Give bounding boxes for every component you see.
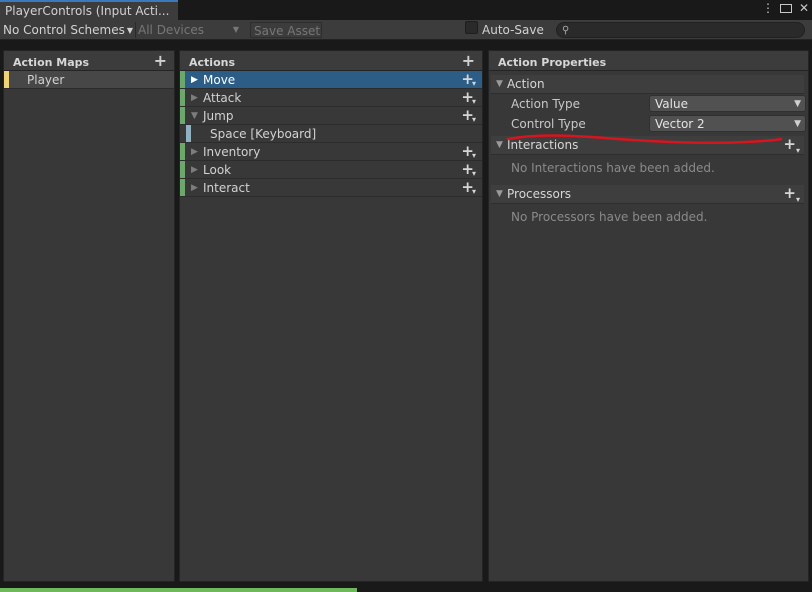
actions-header: Actions + bbox=[180, 51, 482, 71]
action-map-item[interactable]: Player bbox=[4, 71, 174, 89]
auto-save-label: Auto-Save bbox=[482, 23, 544, 37]
action-maps-pane: Action Maps + Player bbox=[3, 50, 175, 582]
processors-section-header[interactable]: ▼ Processors +▾ bbox=[491, 184, 804, 204]
action-properties-title: Action Properties bbox=[498, 56, 607, 69]
processors-title: Processors bbox=[507, 187, 572, 201]
binding-color-stripe bbox=[186, 125, 191, 142]
collapse-arrow-icon[interactable]: ▼ bbox=[191, 107, 198, 125]
save-asset-label: Save Asset bbox=[254, 24, 321, 38]
window-tab-title: PlayerControls (Input Acti... bbox=[5, 4, 170, 18]
action-label: Look bbox=[203, 163, 232, 177]
chevron-down-icon: ▼ bbox=[794, 119, 801, 129]
action-color-stripe bbox=[180, 107, 185, 124]
add-binding-icon[interactable]: +▾ bbox=[461, 178, 476, 201]
action-item-inventory[interactable]: ▶ Inventory +▾ bbox=[180, 142, 482, 161]
action-color-stripe bbox=[180, 89, 185, 106]
action-item-look[interactable]: ▶ Look +▾ bbox=[180, 160, 482, 179]
action-maps-title: Action Maps bbox=[13, 56, 90, 69]
save-asset-button[interactable]: Save Asset bbox=[250, 22, 322, 38]
binding-label: Space [Keyboard] bbox=[210, 127, 317, 141]
expand-arrow-icon[interactable]: ▶ bbox=[191, 179, 198, 197]
menu-icon[interactable]: ⋮ bbox=[762, 1, 774, 16]
expand-arrow-icon[interactable]: ▶ bbox=[191, 161, 198, 179]
processors-empty-message: No Processors have been added. bbox=[511, 210, 708, 224]
control-schemes-label: No Control Schemes bbox=[3, 23, 125, 37]
action-type-value: Value bbox=[655, 97, 688, 111]
red-annotation-underline bbox=[506, 134, 783, 145]
action-label: Jump bbox=[203, 109, 234, 123]
action-map-label: Player bbox=[27, 73, 65, 87]
action-item-interact[interactable]: ▶ Interact +▾ bbox=[180, 178, 482, 197]
action-section-header[interactable]: ▼ Action bbox=[491, 75, 804, 94]
search-input[interactable]: ⚲ bbox=[556, 22, 805, 38]
action-section-title: Action bbox=[507, 77, 545, 91]
interactions-empty-message: No Interactions have been added. bbox=[511, 161, 715, 175]
action-label: Inventory bbox=[203, 145, 261, 159]
actions-pane: Actions + ▶ Move +▾ ▶ Attack +▾ ▼ Jump +… bbox=[179, 50, 483, 582]
action-label: Move bbox=[203, 73, 236, 87]
add-action-map-icon[interactable]: + bbox=[154, 51, 167, 70]
action-color-stripe bbox=[180, 71, 185, 88]
action-item-move[interactable]: ▶ Move +▾ bbox=[180, 70, 482, 89]
action-type-dropdown[interactable]: Value ▼ bbox=[649, 95, 806, 112]
action-map-color-stripe bbox=[4, 71, 9, 88]
maximize-icon[interactable] bbox=[780, 1, 792, 16]
action-properties-header: Action Properties bbox=[489, 51, 808, 71]
action-color-stripe bbox=[180, 179, 185, 196]
progress-bar bbox=[0, 588, 357, 592]
control-type-value: Vector 2 bbox=[655, 117, 705, 131]
window-titlebar: PlayerControls (Input Acti... ⋮ ✕ bbox=[0, 0, 812, 20]
action-type-label: Action Type bbox=[511, 97, 580, 111]
action-type-row: Action Type Value ▼ bbox=[491, 94, 806, 114]
expand-arrow-icon[interactable]: ▶ bbox=[191, 89, 198, 107]
action-item-jump[interactable]: ▼ Jump +▾ bbox=[180, 106, 482, 125]
action-maps-header: Action Maps + bbox=[4, 51, 174, 71]
control-schemes-dropdown[interactable]: No Control Schemes ▼ bbox=[3, 22, 133, 38]
toolbar: No Control Schemes ▼ All Devices ▼ Save As… bbox=[0, 20, 812, 40]
window-tab[interactable]: PlayerControls (Input Acti... bbox=[0, 0, 178, 20]
action-color-stripe bbox=[180, 161, 185, 178]
action-item-attack[interactable]: ▶ Attack +▾ bbox=[180, 88, 482, 107]
window-buttons: ⋮ ✕ bbox=[762, 1, 810, 16]
binding-item-space[interactable]: Space [Keyboard] bbox=[180, 125, 482, 143]
expand-arrow-icon[interactable]: ▶ bbox=[191, 71, 198, 89]
add-action-icon[interactable]: + bbox=[462, 51, 475, 70]
action-color-stripe bbox=[180, 143, 185, 160]
actions-title: Actions bbox=[189, 56, 235, 69]
collapse-arrow-icon[interactable]: ▼ bbox=[496, 75, 503, 94]
collapse-arrow-icon[interactable]: ▼ bbox=[496, 136, 503, 155]
devices-dropdown[interactable]: All Devices ▼ bbox=[135, 22, 242, 38]
chevron-down-icon: ▼ bbox=[794, 99, 801, 109]
chevron-down-icon: ▼ bbox=[126, 26, 134, 35]
devices-label: All Devices bbox=[138, 23, 204, 37]
chevron-down-icon: ▼ bbox=[232, 25, 239, 34]
action-label: Attack bbox=[203, 91, 242, 105]
expand-arrow-icon[interactable]: ▶ bbox=[191, 143, 198, 161]
close-icon[interactable]: ✕ bbox=[798, 1, 810, 16]
search-icon: ⚲ bbox=[562, 25, 570, 36]
add-processor-icon[interactable]: +▾ bbox=[783, 184, 800, 209]
collapse-arrow-icon[interactable]: ▼ bbox=[496, 185, 503, 204]
action-label: Interact bbox=[203, 181, 250, 195]
auto-save-checkbox[interactable] bbox=[465, 21, 478, 34]
